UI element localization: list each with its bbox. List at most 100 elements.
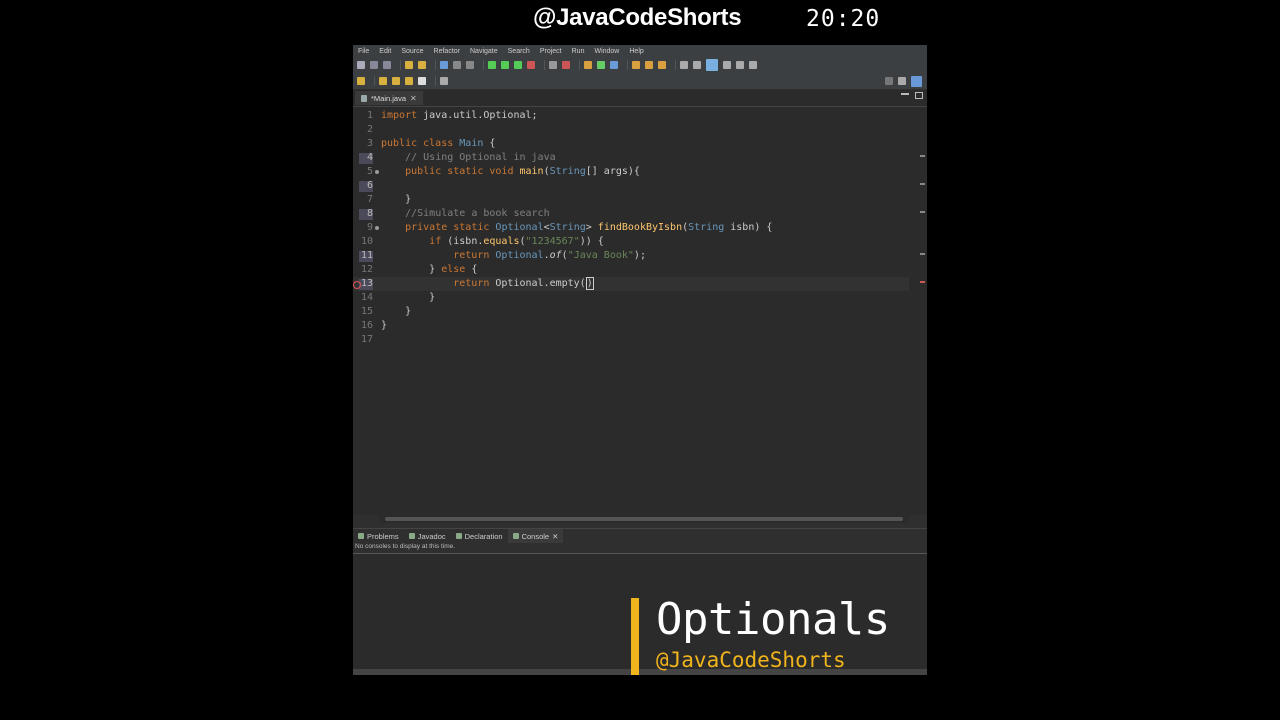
line-number: 10 (360, 236, 373, 247)
code-line[interactable]: 15 } (353, 305, 909, 319)
code-text: public class Main { (381, 138, 496, 149)
toolbar-separator (400, 60, 401, 70)
open-type-icon[interactable] (584, 61, 592, 69)
skip-breakpoints-icon[interactable] (453, 61, 461, 69)
forward-icon[interactable] (418, 77, 426, 85)
tab-main-java[interactable]: *Main.java ✕ (355, 91, 423, 105)
menu-window[interactable]: Window (589, 48, 624, 55)
maximize-icon[interactable] (915, 92, 923, 99)
line-number: 8 (366, 208, 373, 219)
overview-marker[interactable] (920, 183, 925, 185)
open-folder-icon[interactable] (645, 61, 653, 69)
redo-icon[interactable] (418, 61, 426, 69)
refresh-icon[interactable] (597, 61, 605, 69)
pin-icon[interactable] (440, 77, 448, 85)
menu-project[interactable]: Project (535, 48, 567, 55)
tab-declaration[interactable]: Declaration (451, 532, 508, 541)
minimize-icon[interactable] (901, 93, 909, 95)
menu-help[interactable]: Help (624, 48, 648, 55)
code-line[interactable]: 7 } (353, 193, 909, 207)
pilcrow-icon[interactable] (749, 61, 757, 69)
menu-search[interactable]: Search (503, 48, 535, 55)
horizontal-scrollbar[interactable] (379, 515, 909, 523)
tab-console[interactable]: Console ✕ (507, 529, 564, 543)
next-annotation-icon[interactable] (379, 77, 387, 85)
save-all-icon[interactable] (383, 61, 391, 69)
code-line[interactable]: 10 if (isbn.equals("1234567")) { (353, 235, 909, 249)
save-icon[interactable] (370, 61, 378, 69)
code-line[interactable]: 17 (353, 333, 909, 347)
code-line[interactable]: 1 import java.util.Optional; (353, 109, 909, 123)
new-class-icon[interactable] (549, 61, 557, 69)
fold-icon[interactable] (375, 170, 379, 174)
tab-javadoc[interactable]: Javadoc (404, 532, 451, 541)
close-icon[interactable]: ✕ (410, 94, 417, 103)
open-folder-icon[interactable] (632, 61, 640, 69)
overview-marker[interactable] (920, 211, 925, 213)
back-icon[interactable] (405, 77, 413, 85)
coverage-icon[interactable] (514, 61, 522, 69)
overview-ruler[interactable] (919, 107, 927, 515)
code-line[interactable]: 4 // Using Optional in java (353, 151, 909, 165)
code-line[interactable]: 3 public class Main { (353, 137, 909, 151)
pen-icon[interactable] (658, 61, 666, 69)
vertical-scrollbar[interactable] (909, 107, 919, 515)
line-number: 16 (360, 320, 373, 331)
line-number: 14 (360, 292, 373, 303)
perspective-icon[interactable] (898, 77, 906, 85)
link-icon[interactable] (680, 61, 688, 69)
block-select-icon[interactable] (736, 61, 744, 69)
code-line[interactable]: 6 (353, 179, 909, 193)
terminal-icon[interactable] (440, 61, 448, 69)
search-tool-icon[interactable] (610, 61, 618, 69)
fold-icon[interactable] (375, 226, 379, 230)
undo-icon[interactable] (405, 61, 413, 69)
editor-tab-bar: *Main.java ✕ (353, 90, 927, 107)
java-perspective-icon[interactable] (911, 75, 922, 87)
menu-edit[interactable]: Edit (374, 48, 396, 55)
toggle-icon[interactable] (466, 61, 474, 69)
line-number: 7 (366, 194, 373, 205)
code-text: } else { (381, 264, 478, 275)
debug-icon[interactable] (488, 61, 496, 69)
code-line[interactable]: 2 (353, 123, 909, 137)
tab-label: *Main.java (371, 93, 407, 103)
search-icon[interactable] (885, 77, 893, 85)
tab-problems[interactable]: Problems (353, 532, 404, 541)
menu-run[interactable]: Run (567, 48, 590, 55)
menu-navigate[interactable]: Navigate (465, 48, 503, 55)
error-marker[interactable] (920, 281, 925, 283)
code-line[interactable]: 11 return Optional.of("Java Book"); (353, 249, 909, 263)
problems-icon (358, 533, 364, 539)
line-number: 12 (360, 264, 373, 275)
code-line[interactable]: 12 } else { (353, 263, 909, 277)
menu-refactor[interactable]: Refactor (429, 48, 465, 55)
code-line[interactable]: 14 } (353, 291, 909, 305)
overview-marker[interactable] (920, 155, 925, 157)
code-editor[interactable]: 1 import java.util.Optional; 2 3 public clas… (353, 107, 909, 515)
show-whitespace-icon[interactable] (723, 61, 731, 69)
new-icon[interactable] (357, 61, 365, 69)
code-line[interactable]: 5 public static void main(String[] args)… (353, 165, 909, 179)
menu-source[interactable]: Source (396, 48, 428, 55)
code-text: return Optional.of("Java Book"); (453, 250, 646, 261)
run-icon[interactable] (501, 61, 509, 69)
annotation-icon[interactable] (357, 77, 365, 85)
code-line[interactable]: 16} (353, 319, 909, 333)
menu-file[interactable]: File (353, 48, 374, 55)
highlight-icon[interactable] (706, 59, 718, 71)
overview-marker[interactable] (920, 253, 925, 255)
close-icon[interactable]: ✕ (552, 532, 558, 541)
new-package-icon[interactable] (562, 61, 570, 69)
code-line[interactable]: 9 private static Optional<String> findBo… (353, 221, 909, 235)
accent-bar (631, 598, 639, 675)
code-line[interactable]: 8 //Simulate a book search (353, 207, 909, 221)
prev-annotation-icon[interactable] (392, 77, 400, 85)
code-line[interactable]: 13 return Optional.empty() (353, 277, 909, 291)
annotate-icon[interactable] (693, 61, 701, 69)
console-status: No consoles to display at this time. (355, 543, 456, 550)
menu-bar: File Edit Source Refactor Navigate Search Proj… (353, 45, 927, 57)
scrollbar-thumb[interactable] (385, 517, 903, 521)
external-tools-icon[interactable] (527, 61, 535, 69)
code-text: return Optional.empty() (453, 277, 594, 290)
